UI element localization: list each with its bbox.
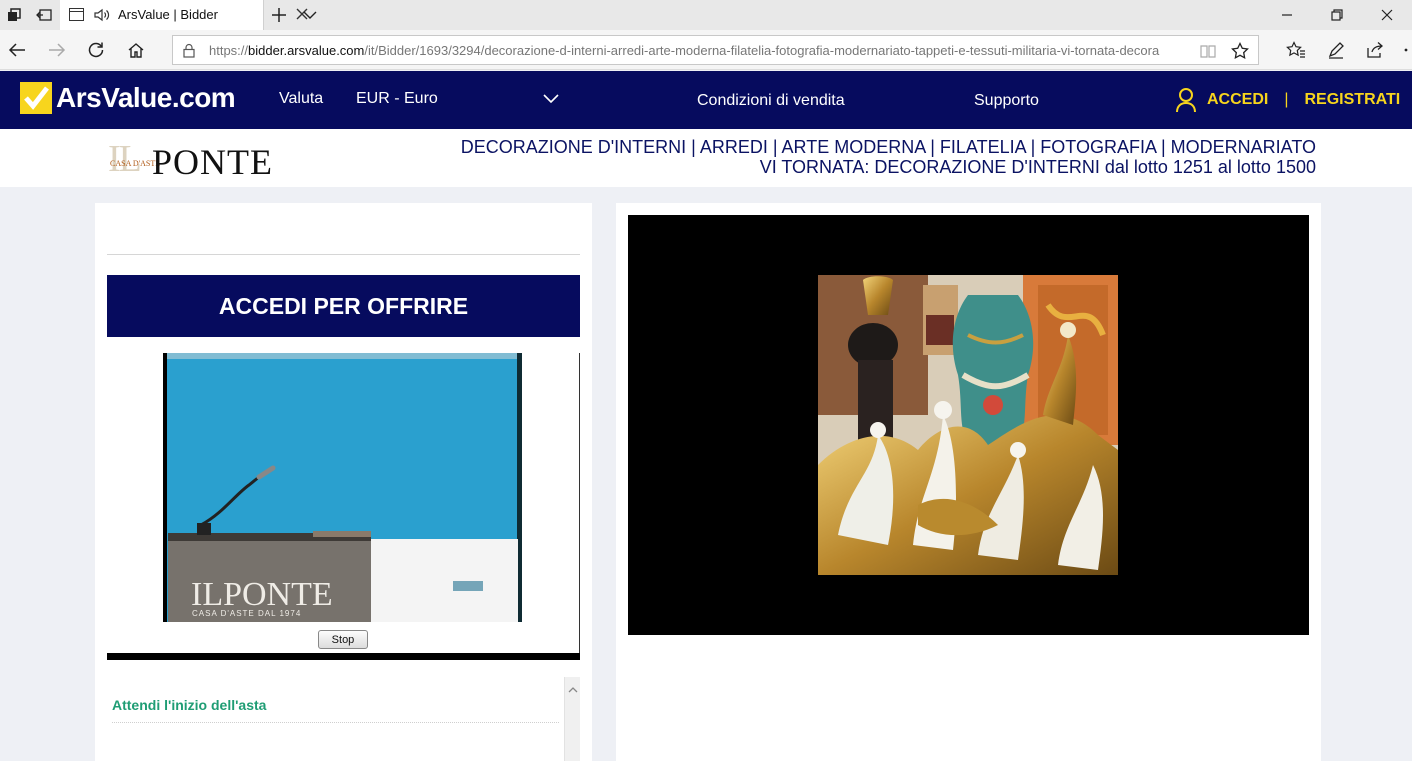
minimize-icon[interactable]: [1262, 0, 1312, 30]
auction-title-line2: VI TORNATA: DECORAZIONE D'INTERNI dal lo…: [759, 157, 1316, 177]
auction-house-logo[interactable]: IL CASA D'ASTE PONTE: [108, 137, 298, 182]
browser-tab-active[interactable]: ArsValue | Bidder: [60, 0, 308, 30]
support-link[interactable]: Supporto: [974, 92, 1039, 110]
lot-panel: [616, 203, 1321, 761]
logo-ponte: PONTE: [152, 142, 273, 182]
lot-image-frame: [628, 215, 1309, 635]
more-icon[interactable]: [1402, 39, 1410, 61]
podium-tagline: CASA D'ASTE DAL 1974: [192, 609, 301, 618]
restore-icon[interactable]: [1312, 0, 1362, 30]
window-close-icon[interactable]: [1362, 0, 1412, 30]
auction-banner: IL CASA D'ASTE PONTE DECORAZIONE D'INTER…: [0, 129, 1412, 187]
lock-icon[interactable]: [182, 43, 196, 58]
speaker-icon[interactable]: [92, 5, 112, 25]
site-logo[interactable]: ArsValue.com: [20, 81, 236, 115]
video-bottom-bar: [107, 653, 580, 660]
auction-status-feed: Attendi l'inizio dell'asta: [107, 677, 580, 761]
browser-nav-bar: https://bidder.arsvalue.com/it/Bidder/16…: [0, 30, 1412, 70]
home-icon[interactable]: [125, 39, 147, 61]
login-to-bid-button[interactable]: ACCEDI PER OFFRIRE: [107, 275, 580, 337]
favorite-star-icon[interactable]: [1231, 41, 1249, 60]
tab-title: ArsValue | Bidder: [118, 7, 218, 22]
auth-links: ACCEDI | REGISTRATI: [1175, 87, 1400, 113]
live-video-stream[interactable]: ILPONTE CASA D'ASTE DAL 1974: [163, 353, 522, 622]
stop-video-button[interactable]: Stop: [318, 630, 368, 649]
lot-image[interactable]: [818, 275, 1118, 575]
divider: [107, 254, 580, 255]
browser-tab-bar: ArsValue | Bidder: [0, 0, 1412, 30]
favorites-icon[interactable]: [1285, 39, 1307, 61]
pen-icon[interactable]: [1325, 39, 1347, 61]
chevron-down-icon[interactable]: [542, 91, 560, 109]
user-icon[interactable]: [1175, 87, 1197, 113]
auction-title: DECORAZIONE D'INTERNI | ARREDI | ARTE MO…: [461, 137, 1316, 177]
valuta-label: Valuta: [279, 90, 324, 107]
status-divider: [112, 722, 559, 723]
reading-view-icon[interactable]: [1200, 43, 1216, 59]
tab-manager-icon[interactable]: [4, 0, 24, 30]
tab-list-chevron-icon[interactable]: [302, 7, 318, 23]
url-text[interactable]: https://bidder.arsvalue.com/it/Bidder/16…: [209, 43, 1189, 58]
auction-title-line1: DECORAZIONE D'INTERNI | ARREDI | ARTE MO…: [460, 137, 1316, 157]
logo-text: ArsValue.com: [56, 82, 236, 113]
refresh-icon[interactable]: [85, 39, 107, 61]
auction-status-text: Attendi l'inizio dell'asta: [112, 697, 267, 713]
login-link[interactable]: ACCEDI: [1207, 91, 1268, 109]
auth-separator: |: [1284, 91, 1289, 108]
live-video-box: ILPONTE CASA D'ASTE DAL 1974 Stop: [107, 353, 580, 660]
page-icon: [69, 8, 84, 21]
checkmark-logo-icon: [20, 82, 52, 114]
share-icon[interactable]: [1364, 39, 1386, 61]
forward-icon[interactable]: [46, 39, 68, 61]
new-tab-icon[interactable]: [270, 5, 288, 25]
site-header: ArsValue.com Valuta EUR - Euro Condizion…: [0, 71, 1412, 129]
set-aside-tabs-icon[interactable]: [34, 0, 54, 30]
address-bar[interactable]: https://bidder.arsvalue.com/it/Bidder/16…: [172, 35, 1259, 65]
podium-brand: ILPONTE: [191, 576, 333, 613]
register-link[interactable]: REGISTRATI: [1305, 91, 1401, 109]
scroll-up-icon[interactable]: [568, 681, 578, 693]
status-scrollbar[interactable]: [564, 677, 580, 761]
currency-select[interactable]: EUR - Euro: [356, 90, 438, 108]
conditions-link[interactable]: Condizioni di vendita: [697, 92, 845, 110]
back-icon[interactable]: [6, 39, 28, 61]
bidding-panel: ACCEDI PER OFFRIRE ILPONTE CASA D'ASTE D…: [95, 203, 592, 761]
